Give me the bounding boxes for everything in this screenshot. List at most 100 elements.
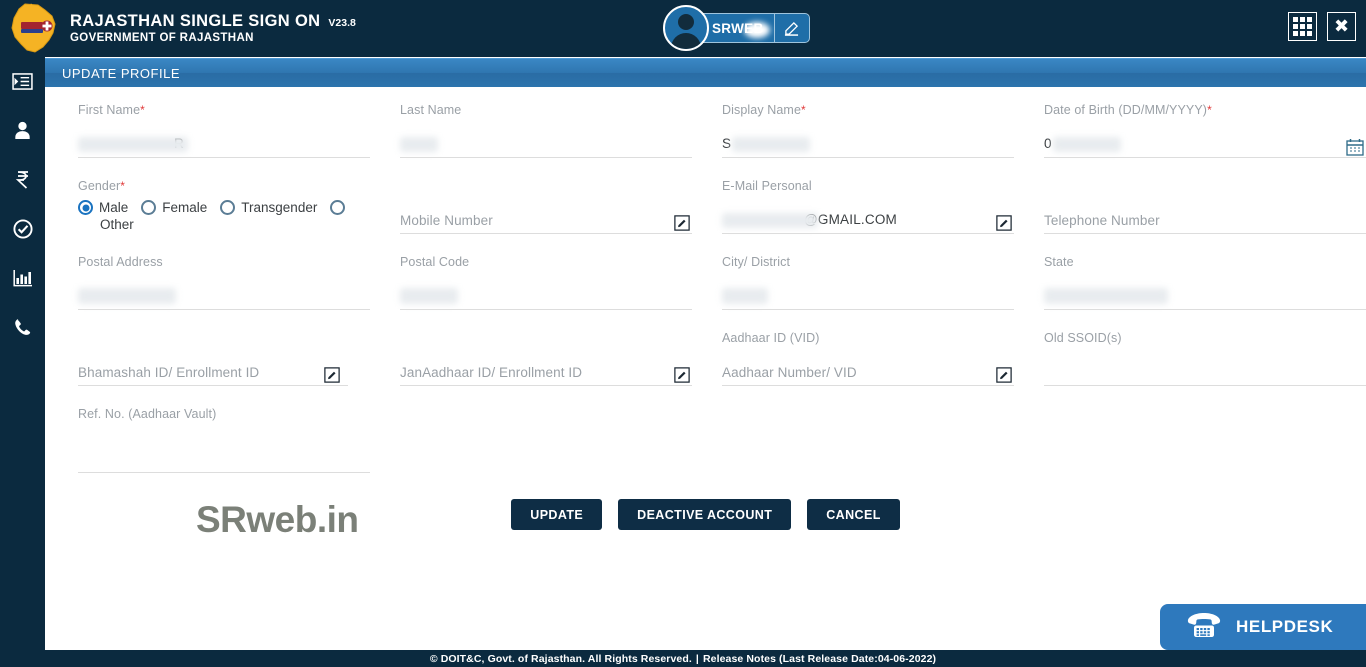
- edit-aadhaar-icon[interactable]: [996, 367, 1012, 383]
- value-display-name[interactable]: S: [722, 136, 811, 152]
- profile-form-grid: First Name* R Last Name Display Name*: [78, 103, 1366, 483]
- label-email-personal: E-Mail Personal: [722, 179, 812, 193]
- radio-option-other[interactable]: [330, 200, 346, 215]
- underline: [1044, 309, 1366, 310]
- field-aadhaar-id-vid: Aadhaar ID (VID) Aadhaar Number/ VID: [722, 331, 1044, 407]
- app-header: RAJASTHAN SINGLE SIGN ON V23.8 GOVERNMEN…: [0, 0, 1366, 57]
- user-name-redaction: [743, 21, 770, 38]
- grid-apps-icon[interactable]: [1288, 12, 1317, 41]
- avatar[interactable]: [663, 5, 709, 51]
- label-gender: Gender*: [78, 179, 126, 193]
- underline: [1044, 157, 1366, 158]
- city-district-redaction: [722, 288, 768, 304]
- field-postal-address: Postal Address: [78, 255, 400, 331]
- underline: [78, 157, 370, 158]
- edit-janaadhaar-icon[interactable]: [674, 367, 690, 383]
- user-account-widget[interactable]: SRWEB: [663, 5, 810, 51]
- value-state[interactable]: [1044, 288, 1168, 304]
- deactive-account-button[interactable]: DEACTIVE ACCOUNT: [618, 499, 792, 530]
- footer-release-notes[interactable]: Release Notes (Last Release Date:04-06-2…: [703, 653, 936, 665]
- field-first-name: First Name* R: [78, 103, 400, 179]
- required-marker: *: [120, 179, 126, 193]
- value-date-of-birth[interactable]: 0: [1044, 136, 1121, 152]
- underline: [78, 472, 370, 473]
- value-postal-code[interactable]: [400, 288, 458, 304]
- placeholder-mobile-number: Mobile Number: [400, 213, 493, 228]
- update-button[interactable]: UPDATE: [511, 499, 603, 530]
- sidebar-item-user[interactable]: [0, 106, 45, 155]
- value-postal-address[interactable]: [78, 288, 176, 304]
- close-icon[interactable]: ✖: [1327, 12, 1356, 41]
- brand-block: RAJASTHAN SINGLE SIGN ON V23.8 GOVERNMEN…: [66, 12, 356, 45]
- edit-profile-icon[interactable]: [775, 14, 809, 42]
- underline: [722, 233, 1014, 234]
- edit-email-icon[interactable]: [996, 215, 1012, 231]
- field-postal-code: Postal Code: [400, 255, 722, 331]
- radio-transgender[interactable]: [220, 200, 236, 215]
- bar-chart-icon: [12, 269, 33, 287]
- value-first-name[interactable]: R: [78, 136, 188, 152]
- underline: [78, 309, 370, 310]
- required-marker: *: [1207, 103, 1212, 117]
- app-title: RAJASTHAN SINGLE SIGN ON: [70, 11, 321, 30]
- field-state: State: [1044, 255, 1366, 331]
- placeholder-telephone-number: Telephone Number: [1044, 213, 1160, 228]
- underline: [1044, 233, 1366, 234]
- label-ref-no-aadhaar-vault: Ref. No. (Aadhaar Vault): [78, 407, 217, 421]
- label-last-name: Last Name: [400, 103, 462, 117]
- value-email-personal[interactable]: @GMAIL.COM: [722, 212, 897, 228]
- radio-option-transgender[interactable]: Transgender: [220, 200, 324, 215]
- helpdesk-button[interactable]: HELPDESK: [1160, 604, 1366, 650]
- avatar-body: [671, 33, 701, 49]
- field-gender: Gender* Male Female Transgender Other: [78, 179, 400, 255]
- label-aadhaar-id-vid: Aadhaar ID (VID): [722, 331, 820, 345]
- menu-list-icon: [12, 73, 33, 90]
- footer-separator: |: [695, 652, 699, 665]
- rupee-icon: [15, 170, 31, 190]
- placeholder-janaadhaar-id: JanAadhaar ID/ Enrollment ID: [400, 365, 583, 380]
- postal-code-redaction: [400, 288, 458, 304]
- edit-mobile-number-icon[interactable]: [674, 215, 690, 231]
- underline: [1044, 385, 1366, 386]
- radio-other[interactable]: [330, 200, 346, 215]
- radio-male[interactable]: [78, 200, 93, 215]
- page-footer: © DOIT&C, Govt. of Rajasthan. All Rights…: [0, 650, 1366, 667]
- field-mobile-number: Mobile Number: [400, 179, 722, 255]
- sidebar-item-menu[interactable]: [0, 57, 45, 106]
- app-version: V23.8: [328, 16, 356, 29]
- radio-option-male[interactable]: Male: [78, 200, 135, 215]
- label-display-name: Display Name*: [722, 103, 806, 117]
- sidebar-item-reports[interactable]: [0, 253, 45, 302]
- required-marker: *: [140, 103, 145, 117]
- field-old-ssoid: Old SSOID(s): [1044, 331, 1366, 407]
- helpdesk-label: HELPDESK: [1236, 617, 1334, 636]
- sidebar-item-payments[interactable]: [0, 155, 45, 204]
- radio-female[interactable]: [141, 200, 157, 215]
- field-bhamashah-id: Bhamashah ID/ Enrollment ID: [78, 331, 400, 407]
- rajasthan-state-emblem-icon: [5, 2, 61, 55]
- value-city-district[interactable]: [722, 288, 768, 304]
- rajasthan-logo: [0, 0, 66, 57]
- label-city-district: City/ District: [722, 255, 791, 269]
- telephone-icon: [1186, 612, 1222, 643]
- page-title-bar: UPDATE PROFILE: [45, 58, 1366, 87]
- underline: [400, 157, 692, 158]
- value-last-name[interactable]: [400, 136, 438, 152]
- user-icon: [14, 121, 31, 140]
- app-subtitle: GOVERNMENT OF RAJASTHAN: [70, 32, 254, 45]
- calendar-icon[interactable]: [1346, 138, 1364, 156]
- email-redaction: [722, 213, 818, 228]
- field-janaadhaar-id: JanAadhaar ID/ Enrollment ID: [400, 331, 722, 407]
- sidebar-item-contact[interactable]: [0, 302, 45, 351]
- phone-icon: [14, 318, 32, 336]
- field-ref-no-aadhaar-vault: Ref. No. (Aadhaar Vault): [78, 407, 400, 483]
- postal-address-redaction: [78, 288, 176, 304]
- cancel-button[interactable]: CANCEL: [807, 499, 900, 530]
- underline: [722, 309, 1014, 310]
- form-action-buttons: UPDATE DEACTIVE ACCOUNT CANCEL: [45, 499, 1366, 530]
- edit-bhamashah-icon[interactable]: [324, 367, 340, 383]
- sidebar-item-verified[interactable]: [0, 204, 45, 253]
- radio-option-female[interactable]: Female: [141, 200, 214, 215]
- left-sidebar: [0, 57, 45, 667]
- profile-form-content: First Name* R Last Name Display Name*: [45, 87, 1366, 650]
